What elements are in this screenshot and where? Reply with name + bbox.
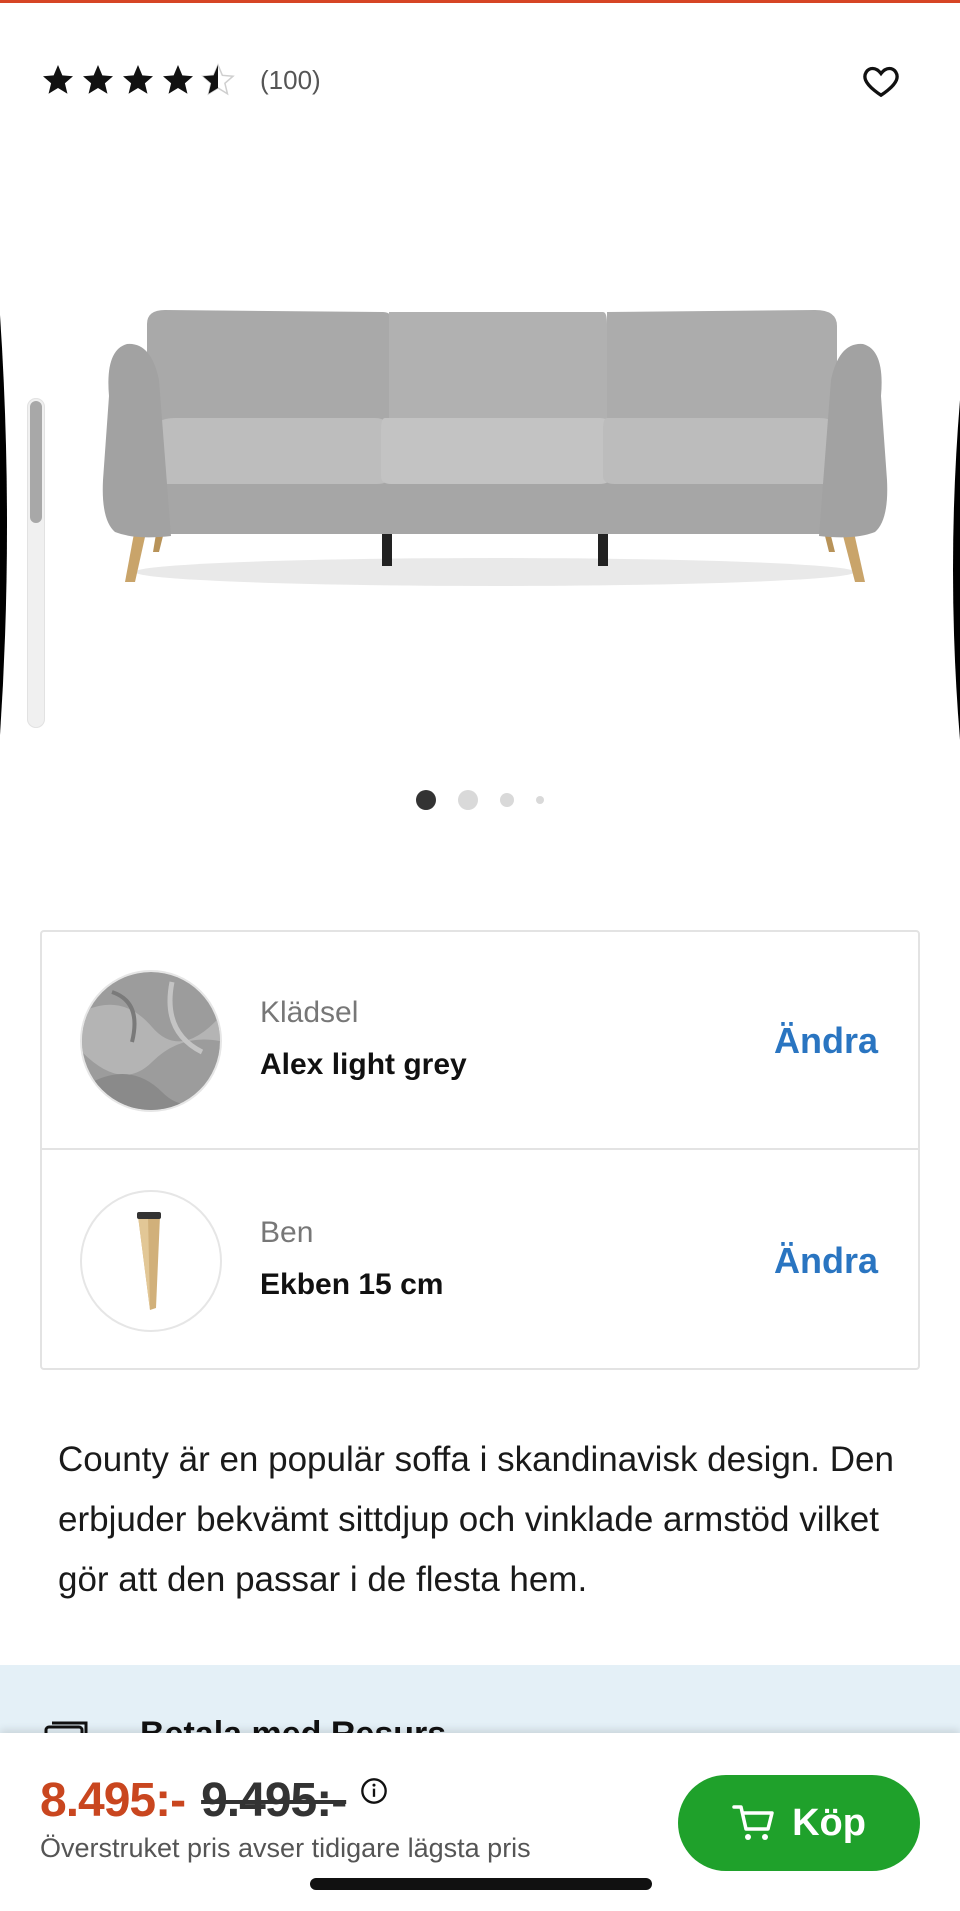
change-upholstery-link[interactable]: Ändra [774, 1020, 878, 1062]
gallery-dot-active[interactable] [416, 790, 436, 810]
heart-icon [863, 66, 899, 98]
gallery-pagination [0, 790, 960, 810]
price-note: Överstruket pris avser tidigare lägsta p… [40, 1833, 531, 1863]
option-row-upholstery[interactable]: Klädsel Alex light grey Ändra [42, 932, 918, 1150]
payment-banner-text: Betala med Resurs [140, 1715, 447, 1735]
gallery-scrollbar-thumb[interactable] [30, 401, 42, 523]
top-accent-line [0, 0, 960, 3]
fabric-swatch-thumbnail [80, 970, 222, 1112]
leg-thumbnail [80, 1190, 222, 1332]
oak-leg-icon [137, 1212, 161, 1310]
option-row-legs[interactable]: Ben Ekben 15 cm Ändra [42, 1152, 918, 1370]
star-icon [163, 65, 193, 94]
product-options-card: Klädsel Alex light grey Ändra Ben Ekben … [40, 930, 920, 1370]
favorite-button[interactable] [858, 58, 904, 104]
change-legs-link[interactable]: Ändra [774, 1240, 878, 1282]
gallery-dot[interactable] [500, 793, 514, 807]
star-rating [40, 62, 236, 98]
next-image-peek[interactable] [946, 400, 960, 740]
product-description: County är en populär soffa i skandinavis… [58, 1440, 894, 1599]
rating-summary[interactable]: (100) [40, 62, 321, 98]
previous-price: 9.495:- [201, 1774, 347, 1827]
home-indicator [310, 1878, 652, 1890]
sofa-product-image [102, 310, 888, 586]
option-value: Ekben 15 cm [260, 1268, 444, 1301]
gallery-dot[interactable] [458, 790, 478, 810]
price-row: 8.495:- 9.495:- [40, 1773, 388, 1828]
buy-button-label: Köp [792, 1801, 866, 1844]
option-label: Klädsel [260, 996, 359, 1029]
payment-banner[interactable]: Betala med Resurs [0, 1665, 960, 1735]
info-icon[interactable] [360, 1777, 388, 1805]
option-value: Alex light grey [260, 1048, 467, 1081]
cart-icon [732, 1805, 774, 1840]
star-icon [43, 65, 73, 94]
previous-image-peek[interactable] [0, 315, 14, 735]
current-price: 8.495:- [40, 1774, 186, 1827]
star-icon [123, 65, 153, 94]
gallery-scrollbar[interactable] [27, 398, 45, 728]
option-label: Ben [260, 1216, 314, 1249]
buy-button[interactable]: Köp [678, 1775, 920, 1871]
star-icon [83, 65, 113, 94]
gallery-dot[interactable] [536, 796, 544, 804]
fabric-swatch-icon [82, 972, 220, 1110]
half-star-icon [201, 63, 235, 96]
review-count[interactable]: (100) [260, 65, 321, 96]
